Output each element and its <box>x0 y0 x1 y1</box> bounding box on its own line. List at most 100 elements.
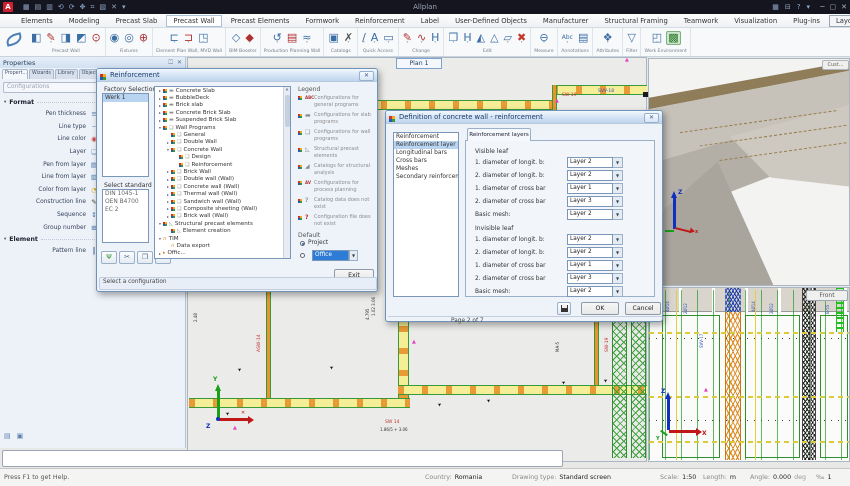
3d-view-label[interactable]: Cust... <box>822 60 849 70</box>
tree-item-element-creation[interactable]: ◺Element creation <box>155 227 290 234</box>
production-planning-wall-tool-icon[interactable]: ≈ <box>301 32 312 44</box>
tree-item-brick-slab[interactable]: ▸▬Brick slab <box>155 102 290 109</box>
measure-tool-icon[interactable]: ⊖ <box>538 32 549 44</box>
dialog-line-input[interactable] <box>2 450 563 467</box>
precast-wall-tool-icon[interactable]: ◧ <box>30 32 42 44</box>
reinforcement-layers-tab[interactable]: Reinforcement layers <box>467 128 531 141</box>
duplicate-configuration-button[interactable]: ❐ <box>137 251 153 264</box>
quick-tool-icon[interactable]: ▾ <box>122 0 126 14</box>
menu-tab-manufacturer[interactable]: Manufacturer <box>536 15 596 27</box>
quick-tool-icon[interactable]: ▥ <box>46 0 53 14</box>
fixtures-tool-icon[interactable]: ⊕ <box>138 32 149 44</box>
quick-tool-icon[interactable]: ▧ <box>99 0 106 14</box>
nav-item-secondary-reinforcement[interactable]: Secondary reinforcement <box>394 173 458 181</box>
quick-tool-icon[interactable]: ⌗ <box>91 0 95 14</box>
menu-tab-modeling[interactable]: Modeling <box>62 15 107 27</box>
standards-list[interactable]: DIN 1045-1OEN B4700EC 2 <box>102 189 149 243</box>
tree-item-wall-programs[interactable]: ▾❏Wall Programs <box>155 124 290 131</box>
program-tree[interactable]: ▸▬Concrete Slab▸▬BubbleDeck▸▬Brick slab▸… <box>154 86 291 259</box>
plan-view-tab[interactable]: Plan 1 <box>396 58 442 69</box>
precast-wall-tool-icon[interactable]: ◩ <box>75 32 87 44</box>
quick-tool-icon[interactable]: ✥ <box>80 0 86 14</box>
titlebar-icon[interactable]: ? <box>797 0 801 14</box>
menu-tab-user-defined-objects[interactable]: User-Defined Objects <box>448 15 534 27</box>
nav-item-longitudinal-bars[interactable]: Longitudinal bars <box>394 149 458 157</box>
annotations-tool-icon[interactable]: Abc <box>561 32 574 44</box>
precast-wall-tool-icon[interactable]: ⊙ <box>90 32 101 44</box>
chevron-down-icon[interactable]: ▼ <box>613 273 623 284</box>
precast-wall-tool-icon[interactable]: ✎ <box>45 32 56 44</box>
dialog-title-bar[interactable]: Reinforcement <box>97 69 377 82</box>
change-tool-icon[interactable]: ✎ <box>402 32 413 44</box>
pin-icon[interactable]: ⏍ <box>168 59 173 67</box>
layer-combo[interactable]: Layer 2 <box>567 234 613 245</box>
chevron-down-icon[interactable]: ▼ <box>613 247 623 258</box>
layer-combo[interactable]: Layer 1 <box>567 183 613 194</box>
quick-access-tool-icon[interactable]: A <box>370 32 380 44</box>
new-configuration-button[interactable]: Ψ <box>101 251 117 264</box>
titlebar-icon[interactable]: ▾ <box>806 0 810 14</box>
work-environment-tool-icon[interactable]: ▩ <box>666 31 680 45</box>
layer-combo[interactable]: Layer 2 <box>567 286 613 297</box>
project-radio[interactable]: Project <box>300 240 328 246</box>
tree-item-concrete-brick-slab[interactable]: ▸▬Concrete Brick Slab <box>155 109 290 116</box>
palette-tab-library[interactable]: Library <box>55 69 78 79</box>
office-combo[interactable]: Office ▼ <box>312 250 358 261</box>
nav-item-cross-bars[interactable]: Cross bars <box>394 157 458 165</box>
menu-tab-teamwork[interactable]: Teamwork <box>677 15 725 27</box>
3d-viewport[interactable]: Z x <box>648 58 850 286</box>
tree-item-tim[interactable]: ▾∩TIM <box>155 235 290 242</box>
chevron-down-icon[interactable]: ▼ <box>613 209 623 220</box>
menu-tab-precast-wall[interactable]: Precast Wall <box>166 15 221 27</box>
palette-bottom-icon[interactable]: ▣ <box>17 432 24 440</box>
change-tool-icon[interactable]: ∿ <box>416 32 427 44</box>
office-radio[interactable] <box>300 253 305 258</box>
tree-item-design[interactable]: ❏Design <box>155 154 290 161</box>
ok-button[interactable]: OK <box>581 302 619 315</box>
edit-tool-icon[interactable]: ◭ <box>476 32 486 44</box>
tree-item-bubbledeck[interactable]: ▸▬BubbleDeck <box>155 94 290 101</box>
standard-item[interactable]: EC 2 <box>103 206 148 214</box>
tree-item-thermal-wall-wall[interactable]: ▸❏Thermal wall (Wall) <box>155 190 290 197</box>
element-plan-wall-mvd-wall-tool-icon[interactable]: ⊏ <box>169 32 180 44</box>
quick-tool-icon[interactable]: ▦ <box>23 0 30 14</box>
copy-configuration-button[interactable]: ✂ <box>119 251 135 264</box>
quick-access-tool-icon[interactable]: ▭ <box>382 32 394 44</box>
edit-tool-icon[interactable]: ❐ <box>447 32 459 44</box>
tree-item-brick-wall-wall[interactable]: ▸❏Brick wall (Wall) <box>155 213 290 220</box>
fixtures-tool-icon[interactable]: ◎ <box>123 32 135 44</box>
tree-item-composite-sheeting-wall[interactable]: ▸❏Composite sheeting (Wall) <box>155 205 290 212</box>
tree-item-structural-precast-elements[interactable]: ▾◺Structural precast elements <box>155 220 290 227</box>
quick-tool-icon[interactable]: ▤ <box>35 0 42 14</box>
nav-item-meshes[interactable]: Meshes <box>394 165 458 173</box>
production-planning-wall-tool-icon[interactable]: ↺ <box>272 32 283 44</box>
menu-tab-label[interactable]: Label <box>414 15 446 27</box>
nav-item-reinforcement-layer[interactable]: Reinforcement layer <box>394 141 458 149</box>
filter-tool-icon[interactable]: ▽ <box>627 32 637 44</box>
palette-tab-wizards[interactable]: Wizards <box>29 69 54 79</box>
factory-selection-list[interactable]: Werk 1 <box>102 93 149 177</box>
bim-booster-tool-icon[interactable]: ◆ <box>244 32 254 44</box>
chevron-down-icon[interactable]: ▼ <box>349 250 358 261</box>
tree-item-brick-wall[interactable]: ▸❏Brick Wall <box>155 168 290 175</box>
layer-combo[interactable]: Layer 2 <box>567 209 613 220</box>
tree-item-double-wall[interactable]: ▸❏Double Wall <box>155 139 290 146</box>
edit-tool-icon[interactable]: ▱ <box>503 32 513 44</box>
chevron-down-icon[interactable]: ▼ <box>613 196 623 207</box>
titlebar-icon[interactable]: ▦ <box>772 0 779 14</box>
tree-item-concrete-slab[interactable]: ▸▬Concrete Slab <box>155 87 290 94</box>
tree-item-reinforcement[interactable]: ❏Reinforcement <box>155 161 290 168</box>
titlebar-icon[interactable]: ⊟ <box>785 0 791 14</box>
chevron-down-icon[interactable]: ▼ <box>613 286 623 297</box>
edit-tool-icon[interactable]: △ <box>489 32 499 44</box>
tree-item-suspended-brick-slab[interactable]: ▸▬Suspended Brick Slab <box>155 117 290 124</box>
close-icon[interactable]: ✕ <box>841 0 847 14</box>
chevron-down-icon[interactable]: ▼ <box>613 234 623 245</box>
maximize-icon[interactable]: ▢ <box>830 0 837 14</box>
save-button[interactable] <box>557 302 571 315</box>
tree-item-concrete-wall[interactable]: ▾❏Concrete Wall <box>155 146 290 153</box>
layer-combo[interactable]: Layer 3 <box>567 273 613 284</box>
palette-tab-propert[interactable]: Propert... <box>2 69 28 79</box>
menu-tab-reinforcement[interactable]: Reinforcement <box>348 15 412 27</box>
menu-tab-precast-slab[interactable]: Precast Slab <box>109 15 165 27</box>
